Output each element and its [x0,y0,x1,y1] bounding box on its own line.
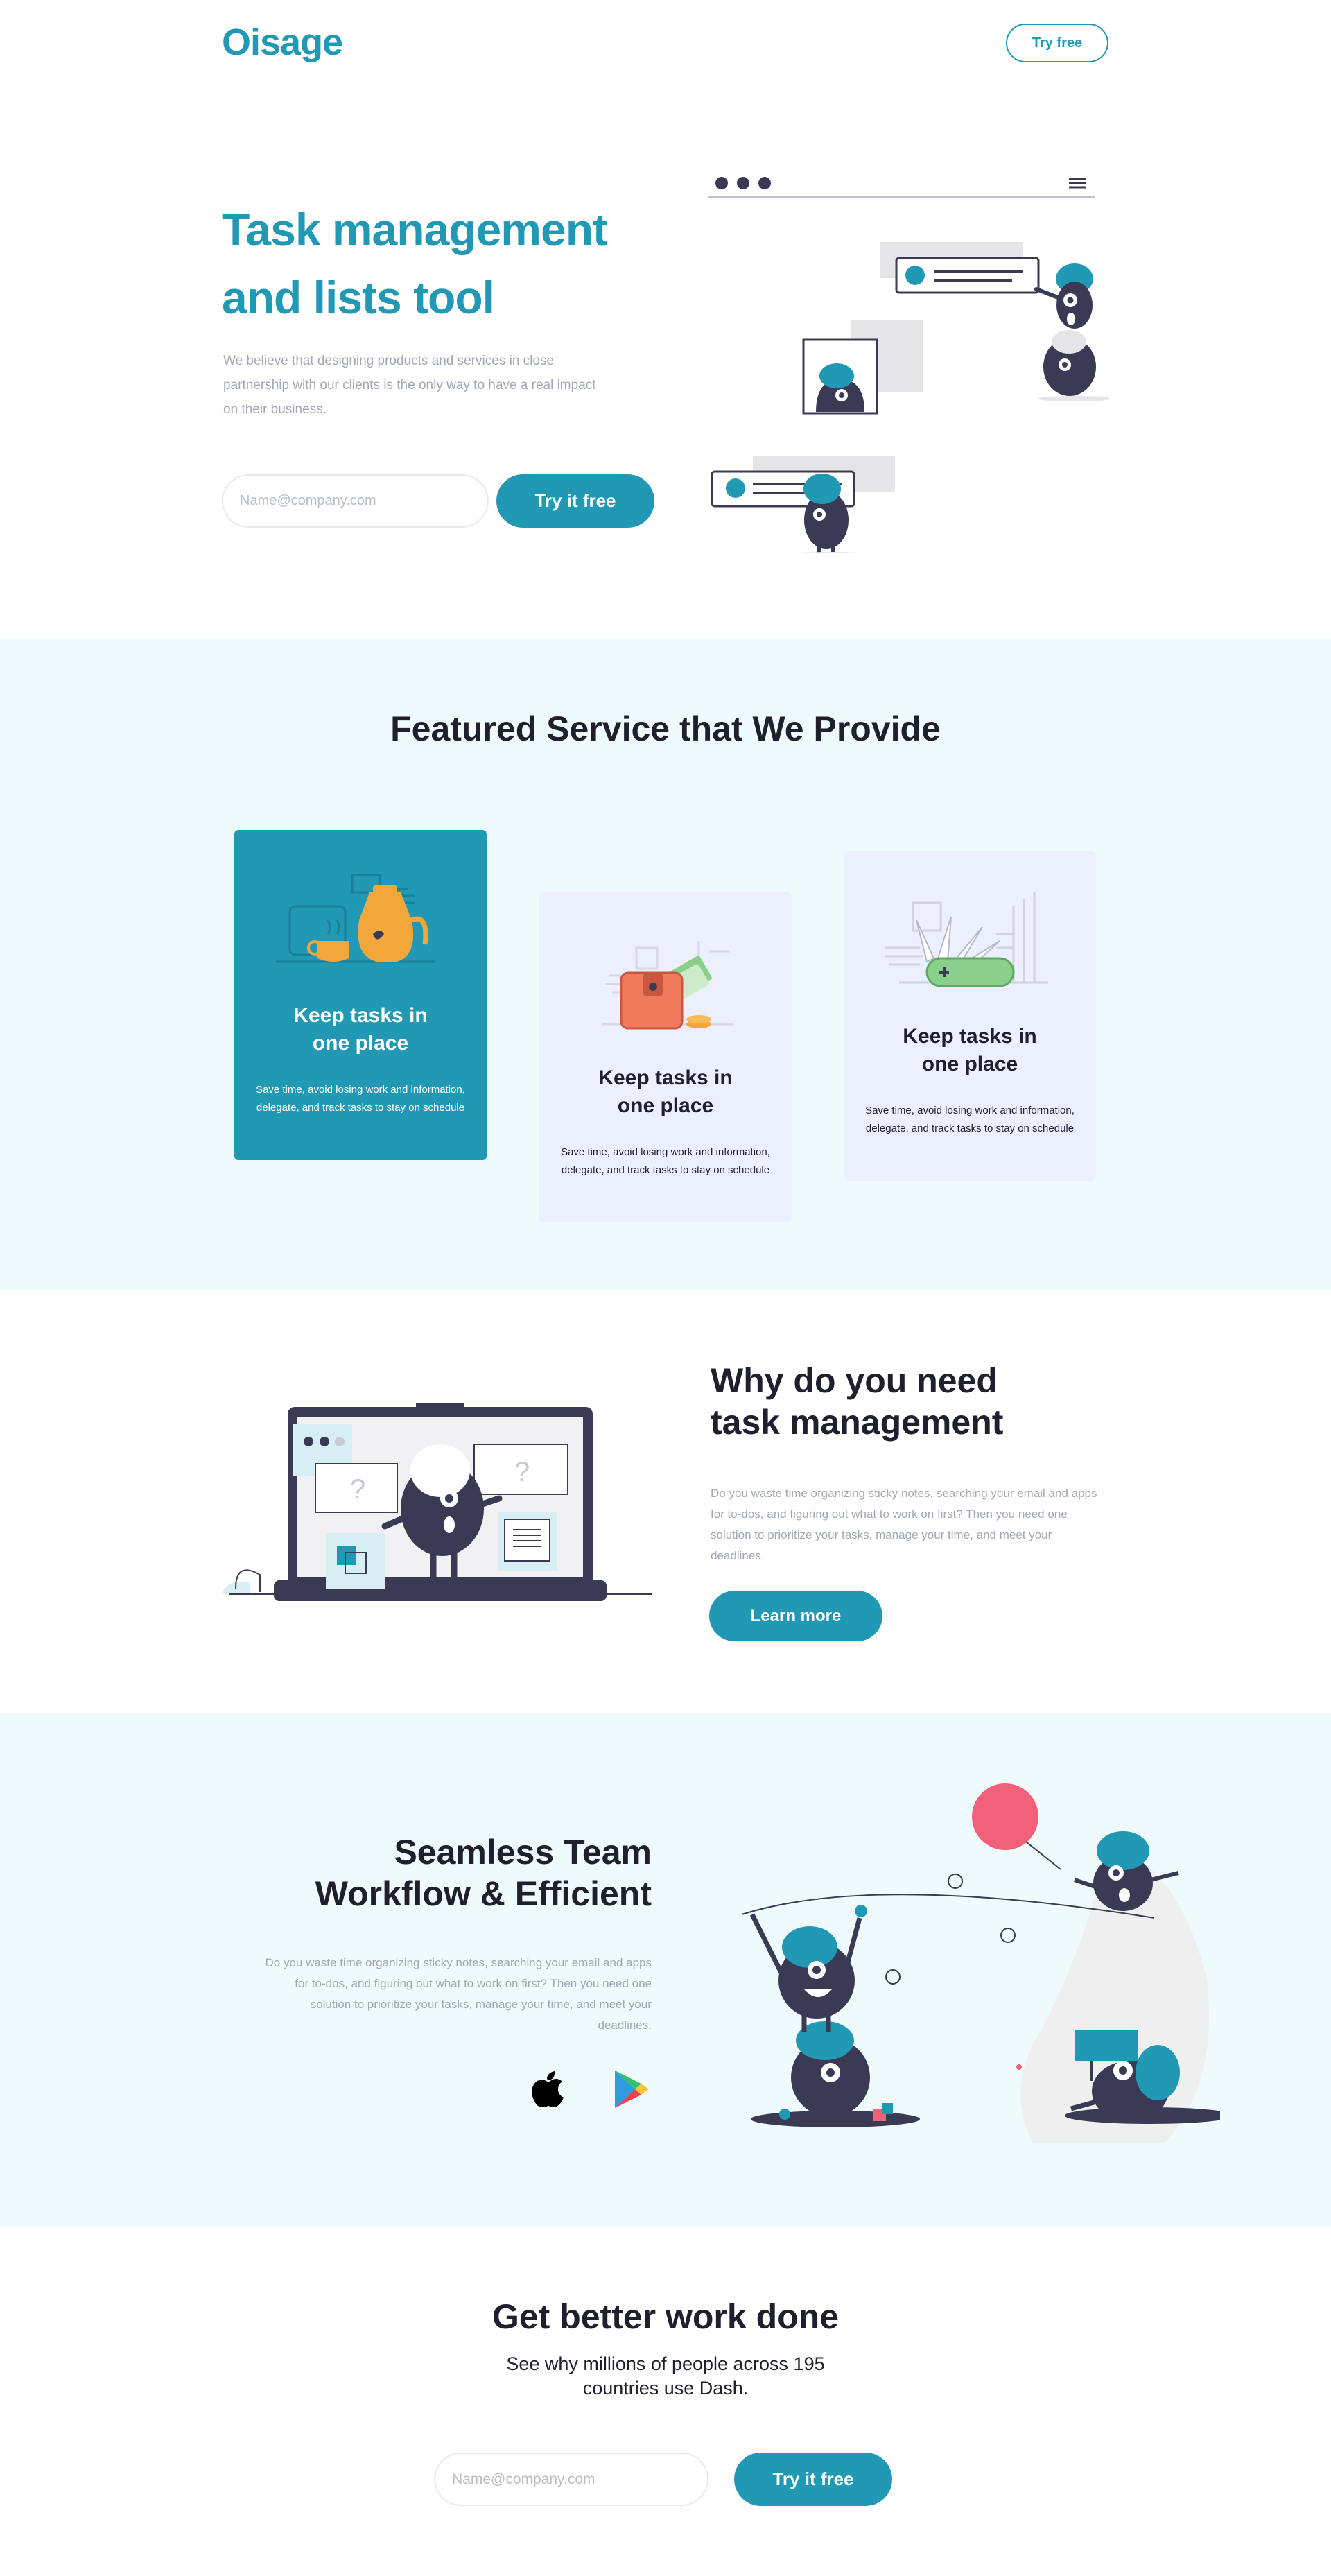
workflow-text: Do you waste time organizing sticky note… [265,1956,652,2032]
service-card-3[interactable]: Keep tasks in one place Save time, avoid… [844,851,1096,1181]
service-card-1-text: Save time, avoid losing work and informa… [256,1084,465,1114]
why-title-line2: task management [711,1403,1004,1442]
footer-cta-subheading: See why millions of people across 195 co… [0,2352,1331,2401]
service-card-3-title: Keep tasks in one place [844,1023,1096,1078]
site-header: Oisage Try free [0,0,1331,87]
apple-icon[interactable] [530,2068,566,2109]
logo[interactable]: Oisage [222,21,343,64]
hero-section: Task management and lists tool We believ… [0,88,1331,639]
features-heading: Featured Service that We Provide [390,709,941,748]
svg-text:?: ? [514,1457,530,1487]
menu-icon [1069,178,1086,189]
service-card-2-title-line1: Keep tasks in [598,1066,733,1089]
team-illustration [741,1783,1220,2143]
service-card-1-title-line2: one place [312,1032,409,1055]
window-dots-icon [715,177,771,189]
teapot-icon [276,874,435,963]
hero-email-input[interactable]: Name@company.com [222,474,489,528]
hero-title: Task management and lists tool [222,196,679,331]
service-card-3-title-line2: one place [921,1053,1018,1075]
hero-cta-button[interactable]: Try it free [496,474,654,528]
swiss-knife-icon [885,892,1048,987]
footer-email-input[interactable]: Name@company.com [434,2453,708,2506]
hero-title-line2: and lists tool [222,272,495,323]
footer-cta-subheading-line2: countries use Dash. [582,2378,749,2398]
workflow-title-line2: Workflow & Efficient [315,1874,652,1913]
service-card-1-title: Keep tasks in one place [234,1002,487,1057]
why-text: Do you waste time organizing sticky note… [711,1487,1097,1562]
service-card-1-title-line1: Keep tasks in [293,1004,428,1027]
wallet-icon [602,941,733,1030]
why-section: ? ? Why do you need task management Do y… [0,1290,1331,1713]
why-title: Why do you need task management [711,1360,1003,1443]
hero-description: We believe that designing products and s… [223,354,596,417]
service-card-2-title-line2: one place [617,1094,714,1117]
hero-illustration [708,177,1109,553]
google-play-icon[interactable] [612,2068,650,2110]
features-section: Featured Service that We Provide Keep ta… [0,639,1331,1290]
service-card-2-title: Keep tasks in one place [539,1064,792,1120]
hero-title-line1: Task management [222,204,608,255]
service-card-3-text: Save time, avoid losing work and informa… [865,1105,1075,1134]
learn-more-button[interactable]: Learn more [709,1591,882,1641]
svg-text:?: ? [350,1474,365,1505]
laptop-illustration: ? ? [222,1403,652,1601]
workflow-title-line1: Seamless Team [394,1833,652,1872]
service-card-2-text: Save time, avoid losing work and informa… [561,1146,770,1176]
service-card-2[interactable]: Keep tasks in one place Save time, avoid… [539,892,792,1222]
footer-cta-button[interactable]: Try it free [734,2453,892,2506]
workflow-section: Seamless Team Workflow & Efficient Do yo… [0,1713,1331,2227]
workflow-title: Seamless Team Workflow & Efficient [236,1831,652,1914]
try-free-button[interactable]: Try free [1006,24,1108,62]
why-title-line1: Why do you need [711,1361,998,1400]
service-card-1[interactable]: Keep tasks in one place Save time, avoid… [234,830,487,1160]
service-card-3-title-line1: Keep tasks in [903,1025,1037,1048]
footer-cta-subheading-line1: See why millions of people across 195 [506,2353,825,2374]
footer-cta-section: Get better work done See why millions of… [0,2227,1331,2576]
footer-cta-heading: Get better work done [491,2297,840,2336]
